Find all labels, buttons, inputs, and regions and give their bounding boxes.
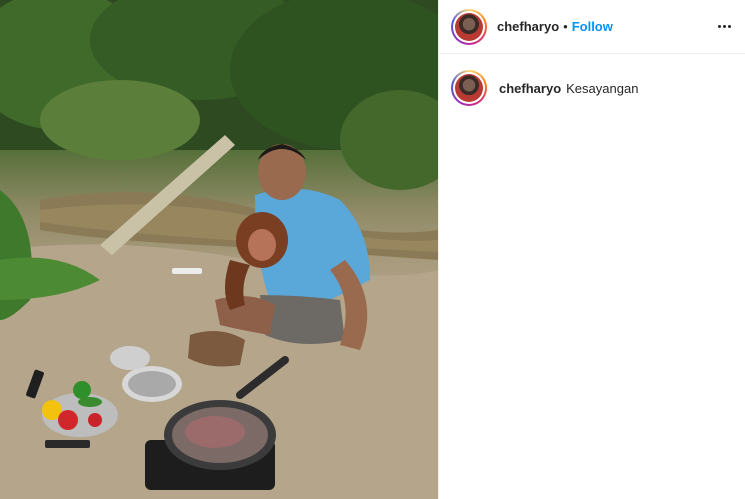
caption-avatar[interactable] bbox=[451, 70, 487, 106]
post-photo[interactable] bbox=[0, 0, 438, 499]
avatar[interactable] bbox=[451, 8, 487, 45]
more-horizontal-icon[interactable] bbox=[712, 21, 731, 32]
caption-username[interactable]: chefharyo bbox=[499, 81, 561, 96]
post-side-panel: chefharyo • Follow chefharyo Kesayangan bbox=[438, 0, 745, 499]
photo-scene bbox=[0, 0, 438, 499]
caption-row: chefharyo Kesayangan bbox=[439, 54, 745, 106]
header-username[interactable]: chefharyo bbox=[497, 19, 559, 34]
separator-dot: • bbox=[563, 19, 568, 34]
instagram-post: chefharyo • Follow chefharyo Kesayangan bbox=[0, 0, 745, 499]
follow-button[interactable]: Follow bbox=[572, 19, 613, 34]
post-header: chefharyo • Follow bbox=[439, 0, 745, 54]
caption-text: Kesayangan bbox=[566, 80, 639, 96]
